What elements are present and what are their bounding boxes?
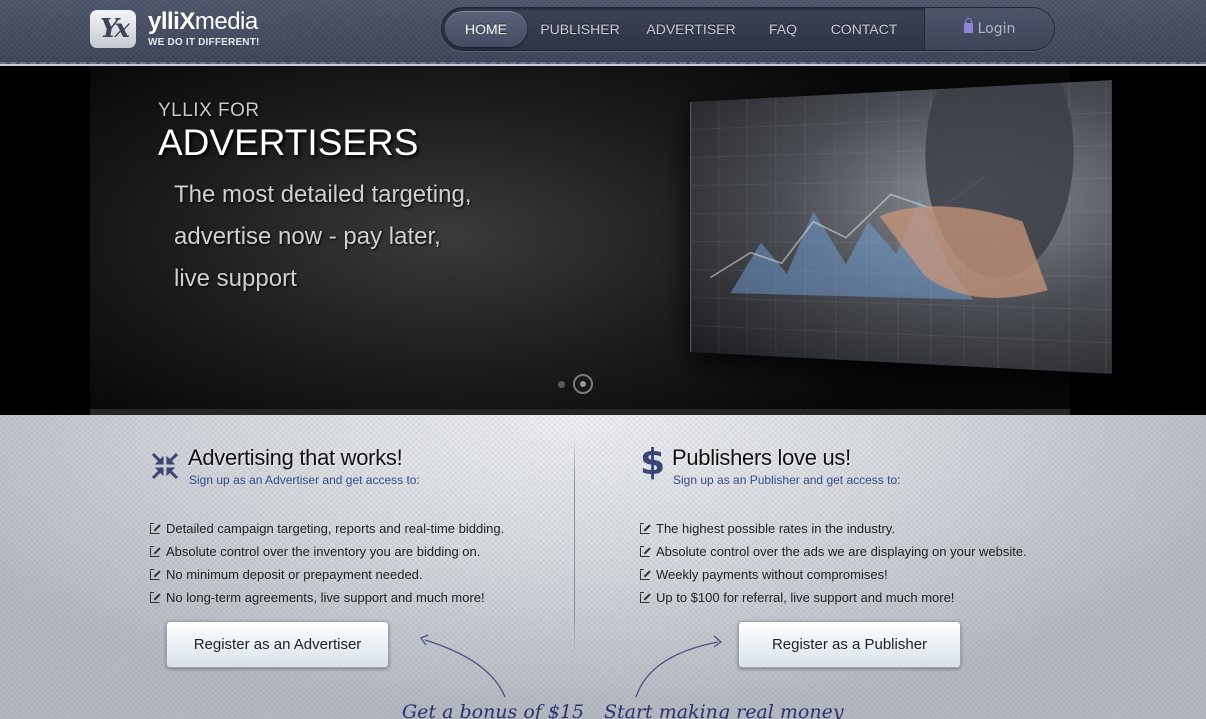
site-logo[interactable]: Yx ylliXmedia WE DO IT DIFFERENT! bbox=[90, 10, 260, 48]
advertiser-bonus-note: Get a bonus of $15 bbox=[402, 701, 585, 719]
feature-text: Absolute control over the inventory you … bbox=[166, 544, 481, 559]
external-link-icon bbox=[640, 522, 650, 534]
list-item: Absolute control over the ads we are dis… bbox=[640, 540, 1027, 563]
publishers-title: Publishers love us! bbox=[672, 445, 851, 470]
advertisers-header: Advertising that works! Sign up as an Ad… bbox=[150, 445, 504, 487]
hero-image-touchscreen-chart bbox=[690, 80, 1112, 374]
feature-text: Up to $100 for referral, live support an… bbox=[656, 590, 955, 605]
external-link-icon bbox=[150, 522, 160, 534]
feature-text: No long-term agreements, live support an… bbox=[166, 590, 485, 605]
hero-title: ADVERTISERS bbox=[158, 122, 419, 163]
list-item: Weekly payments without compromises! bbox=[640, 563, 1027, 586]
main-nav: HOME PUBLISHER ADVERTISER FAQ CONTACT Lo… bbox=[441, 7, 1055, 51]
lock-icon bbox=[963, 18, 973, 33]
login-button[interactable]: Login bbox=[924, 8, 1054, 50]
external-link-icon bbox=[640, 545, 650, 557]
arrow-to-advertiser bbox=[424, 639, 506, 698]
brand-name-rest: media bbox=[194, 8, 258, 35]
feature-text: The highest possible rates in the indust… bbox=[656, 521, 895, 536]
arrow-head-publisher bbox=[713, 635, 723, 648]
feature-text: Detailed campaign targeting, reports and… bbox=[166, 521, 505, 536]
list-item: Absolute control over the inventory you … bbox=[150, 540, 504, 563]
hero-kicker: YLLIX FOR bbox=[158, 100, 260, 121]
feature-text: Weekly payments without compromises! bbox=[656, 567, 888, 582]
arrow-to-publisher bbox=[635, 641, 719, 698]
list-item: The highest possible rates in the indust… bbox=[640, 517, 1027, 540]
brand-name-bold: ylliX bbox=[148, 8, 195, 35]
nav-contact[interactable]: CONTACT bbox=[831, 11, 898, 47]
hero-line: The most detailed targeting, bbox=[174, 181, 472, 208]
hero-slider: YLLIX FOR ADVERTISERS The most detailed … bbox=[0, 66, 1206, 415]
hero-line: advertise now - pay later, bbox=[174, 223, 441, 250]
publishers-features: The highest possible rates in the indust… bbox=[640, 517, 1027, 609]
advertisers-title: Advertising that works! bbox=[188, 445, 403, 470]
publishers-header: $ Publishers love us! Sign up as an Publ… bbox=[640, 442, 1027, 488]
signup-section: Advertising that works! Sign up as an Ad… bbox=[0, 415, 1206, 719]
slider-pagination bbox=[558, 374, 593, 394]
advertisers-features: Detailed campaign targeting, reports and… bbox=[150, 517, 504, 609]
publishers-heading: Publishers love us! Sign up as an Publis… bbox=[672, 445, 900, 487]
nav-publisher[interactable]: PUBLISHER bbox=[540, 11, 619, 47]
hero-lines: The most detailed targeting, advertise n… bbox=[174, 174, 472, 300]
register-publisher-button[interactable]: Register as a Publisher bbox=[738, 621, 961, 668]
compress-arrows-icon bbox=[151, 452, 179, 480]
arrow-head-advertiser bbox=[420, 634, 429, 646]
column-divider bbox=[574, 437, 575, 657]
register-advertiser-button[interactable]: Register as an Advertiser bbox=[166, 621, 389, 668]
logo-mark-icon: Yx bbox=[90, 10, 136, 48]
advertisers-heading: Advertising that works! Sign up as an Ad… bbox=[188, 445, 420, 487]
list-item: No long-term agreements, live support an… bbox=[150, 586, 504, 609]
nav-home[interactable]: HOME bbox=[445, 11, 527, 47]
list-item: Detailed campaign targeting, reports and… bbox=[150, 517, 504, 540]
hero-chart-illustration bbox=[691, 80, 1074, 300]
nav-advertiser[interactable]: ADVERTISER bbox=[646, 11, 735, 47]
external-link-icon bbox=[640, 568, 650, 580]
logo-text: ylliXmedia WE DO IT DIFFERENT! bbox=[148, 10, 260, 48]
external-link-icon bbox=[150, 568, 160, 580]
feature-text: Absolute control over the ads we are dis… bbox=[656, 544, 1027, 559]
publishers-subtitle: Sign up as an Publisher and get access t… bbox=[673, 473, 901, 487]
feature-text: No minimum deposit or prepayment needed. bbox=[166, 567, 423, 582]
publisher-money-note: Start making real money bbox=[604, 701, 844, 719]
site-header: Yx ylliXmedia WE DO IT DIFFERENT! HOME P… bbox=[0, 0, 1206, 64]
external-link-icon bbox=[640, 591, 650, 603]
nav-faq[interactable]: FAQ bbox=[769, 11, 797, 47]
advertisers-column: Advertising that works! Sign up as an Ad… bbox=[150, 445, 504, 609]
external-link-icon bbox=[150, 545, 160, 557]
slider-dot-2-active[interactable] bbox=[573, 374, 593, 394]
list-item: Up to $100 for referral, live support an… bbox=[640, 586, 1027, 609]
brand-name: ylliXmedia bbox=[148, 10, 260, 34]
hero-line: live support bbox=[174, 265, 297, 292]
brand-tagline: WE DO IT DIFFERENT! bbox=[148, 37, 260, 48]
publishers-column: $ Publishers love us! Sign up as an Publ… bbox=[640, 442, 1027, 609]
external-link-icon bbox=[150, 591, 160, 603]
slider-dot-1[interactable] bbox=[558, 380, 565, 388]
login-label: Login bbox=[977, 21, 1016, 37]
list-item: No minimum deposit or prepayment needed. bbox=[150, 563, 504, 586]
dollar-icon: $ bbox=[640, 442, 666, 483]
advertisers-subtitle: Sign up as an Advertiser and get access … bbox=[189, 473, 420, 487]
